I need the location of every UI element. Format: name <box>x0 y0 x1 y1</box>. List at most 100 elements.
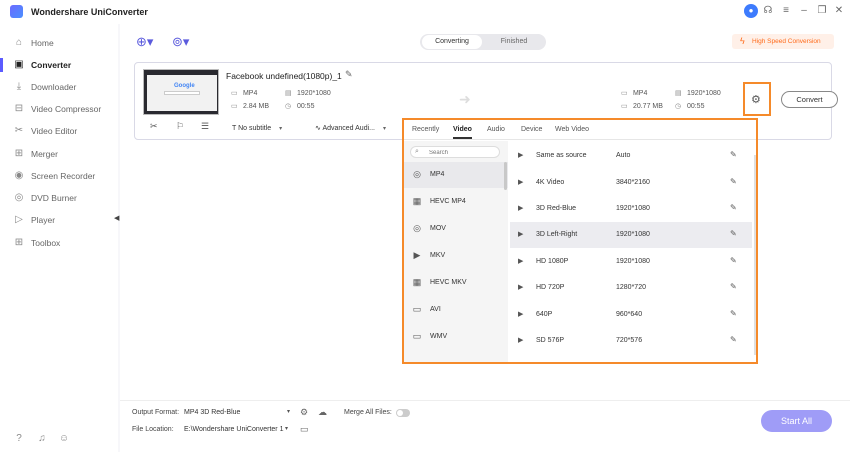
tab-video[interactable]: Video <box>453 126 472 139</box>
tab-device[interactable]: Device <box>521 126 542 133</box>
edit-icon[interactable]: ✎ <box>730 203 737 212</box>
resolution-row[interactable]: ▶ Same as source Auto ✎ <box>510 143 752 169</box>
convert-button[interactable]: Convert <box>781 91 838 108</box>
resolution-row[interactable]: ▶ HD 720P 1280*720 ✎ <box>510 275 752 301</box>
sidebar-item-converter[interactable]: ▣ Converter <box>0 54 118 76</box>
subtitle-select[interactable]: T No subtitle ▾ <box>232 123 282 135</box>
file-location-select[interactable]: E:\Wondershare UniConverter 1 ▾ <box>184 424 288 435</box>
add-dvd-icon[interactable]: ⊚▾ <box>172 34 189 50</box>
sidebar-item-screen-recorder[interactable]: ◉ Screen Recorder <box>0 165 118 187</box>
home-icon: ⌂ <box>15 37 23 48</box>
format-item-avi[interactable]: ▭ AVI <box>404 297 508 323</box>
merge-toggle[interactable] <box>396 409 410 417</box>
resolution-row[interactable]: ▶ 4K Video 3840*2160 ✎ <box>510 170 752 196</box>
headset-icon[interactable]: ☊ <box>761 4 775 18</box>
sidebar-item-label: Home <box>31 38 54 48</box>
user-avatar-icon[interactable]: ● <box>744 4 758 18</box>
format-item-hevc-mkv[interactable]: ▦ HEVC MKV <box>404 270 508 296</box>
maximize-icon[interactable]: ❐ <box>815 4 829 18</box>
video-icon: ▶ <box>518 258 524 265</box>
file-location-label: File Location: <box>132 426 174 433</box>
help-icon[interactable]: ? <box>12 432 26 446</box>
tab-finished[interactable]: Finished <box>484 35 544 49</box>
audio-select[interactable]: ∿ Advanced Audi... ▾ <box>315 123 386 135</box>
start-all-button[interactable]: Start All <box>761 410 832 432</box>
output-format-select[interactable]: MP4 3D Red-Blue ▾ <box>184 407 290 418</box>
sidebar-item-player[interactable]: ▷ Player <box>0 209 118 231</box>
open-folder-icon[interactable]: ▭ <box>300 424 309 435</box>
format-item-hevc-mp4[interactable]: ▦ HEVC MP4 <box>404 189 508 215</box>
chevron-down-icon: ▾ <box>284 426 288 432</box>
video-icon: ▶ <box>518 179 524 186</box>
sidebar-item-toolbox[interactable]: ⊞ Toolbox <box>0 232 118 254</box>
google-logo: Google <box>174 83 195 89</box>
clock-icon: ◷ <box>675 103 682 110</box>
tab-converting[interactable]: Converting <box>422 35 482 49</box>
resolution-row[interactable]: ▶ SD 576P 720*576 ✎ <box>510 328 752 354</box>
edit-icon[interactable]: ✎ <box>730 309 737 318</box>
tab-web-video[interactable]: Web Video <box>555 126 589 133</box>
high-speed-label: High Speed Conversion <box>752 38 821 45</box>
resolution-value: 1280*720 <box>616 284 646 291</box>
target-resolution-value: 1920*1080 <box>686 90 721 97</box>
edit-icon[interactable]: ✎ <box>730 150 737 159</box>
menu-icon[interactable]: ≡ <box>779 4 793 18</box>
sidebar-item-home[interactable]: ⌂ Home <box>0 32 118 54</box>
bell-icon[interactable]: ♫ <box>35 432 49 446</box>
rename-icon[interactable]: ✎ <box>345 69 353 80</box>
trim-icon[interactable]: ✂ <box>150 121 158 132</box>
sidebar-item-downloader[interactable]: ⤓ Downloader <box>0 76 118 98</box>
format-item-mp4[interactable]: ◎ MP4 <box>404 162 508 188</box>
feedback-icon[interactable]: ☺ <box>57 432 71 446</box>
output-settings-icon[interactable]: ⚙ <box>300 407 308 418</box>
output-settings-button[interactable]: ⚙ <box>743 82 771 116</box>
resolution-row[interactable]: ▶ 640P 960*640 ✎ <box>510 302 752 328</box>
close-icon[interactable]: ✕ <box>832 4 846 18</box>
status-tabs: Converting Finished <box>420 34 546 50</box>
format-label: MOV <box>430 225 446 232</box>
output-format-label: Output Format: <box>132 409 180 416</box>
target-format-value: MP4 <box>632 90 648 97</box>
crop-icon[interactable]: ⚐ <box>176 121 184 132</box>
sidebar-item-video-compressor[interactable]: ⊟ Video Compressor <box>0 98 118 120</box>
edit-icon[interactable]: ✎ <box>730 256 737 265</box>
title-bar: Wondershare UniConverter ● ☊ ≡ – ❐ ✕ <box>0 0 850 24</box>
sidebar-item-label: Converter <box>31 60 72 70</box>
resolution-row[interactable]: ▶ HD 1080P 1920*1080 ✎ <box>510 249 752 275</box>
edit-icon[interactable]: ✎ <box>730 229 737 238</box>
resolution-list-scrollbar[interactable] <box>754 155 756 355</box>
resolution-list: ▶ Same as source Auto ✎ ▶ 4K Video 3840*… <box>510 141 756 362</box>
file-location-value: E:\Wondershare UniConverter 1 <box>184 426 284 433</box>
format-search-input[interactable] <box>429 148 497 157</box>
resolution-value: 1920*1080 <box>616 231 650 238</box>
format-list-scrollbar[interactable] <box>504 162 507 190</box>
resolution-row[interactable]: ▶ 3D Red-Blue 1920*1080 ✎ <box>510 196 752 222</box>
minimize-icon[interactable]: – <box>797 4 811 18</box>
app-logo <box>10 5 23 18</box>
edit-icon[interactable]: ✎ <box>730 177 737 186</box>
format-search[interactable]: ⌕ <box>410 146 500 158</box>
collapse-sidebar-icon[interactable]: ◀ <box>114 214 119 222</box>
resolution-row-selected[interactable]: ▶ 3D Left-Right 1920*1080 ✎ <box>510 222 752 248</box>
add-file-icon[interactable]: ⊕▾ <box>136 34 153 50</box>
format-item-mov[interactable]: ◎ MOV <box>404 216 508 242</box>
audio-value: Advanced Audi... <box>322 125 375 132</box>
edit-icon[interactable]: ✎ <box>730 282 737 291</box>
tab-recently[interactable]: Recently <box>412 126 439 133</box>
source-resolution-value: 1920*1080 <box>296 90 331 97</box>
video-thumbnail[interactable]: Google <box>143 69 219 115</box>
tab-audio[interactable]: Audio <box>487 126 505 133</box>
effects-icon[interactable]: ☰ <box>201 121 209 132</box>
format-item-wmv[interactable]: ▭ WMV <box>404 324 508 350</box>
sidebar-item-video-editor[interactable]: ✂ Video Editor <box>0 120 118 142</box>
high-speed-conversion-button[interactable]: ϟ High Speed Conversion <box>732 34 834 49</box>
video-icon: ▶ <box>518 311 524 318</box>
sidebar-item-merger[interactable]: ⊞ Merger <box>0 143 118 165</box>
sidebar-item-dvd-burner[interactable]: ◎ DVD Burner <box>0 187 118 209</box>
edit-icon[interactable]: ✎ <box>730 335 737 344</box>
bottom-bar: Output Format: MP4 3D Red-Blue ▾ ⚙ ☁ Mer… <box>120 400 850 452</box>
cloud-icon[interactable]: ☁ <box>318 407 327 418</box>
avi-icon: ▭ <box>412 304 422 314</box>
format-item-mkv[interactable]: ▶ MKV <box>404 243 508 269</box>
resolution-name: SD 576P <box>536 337 565 344</box>
